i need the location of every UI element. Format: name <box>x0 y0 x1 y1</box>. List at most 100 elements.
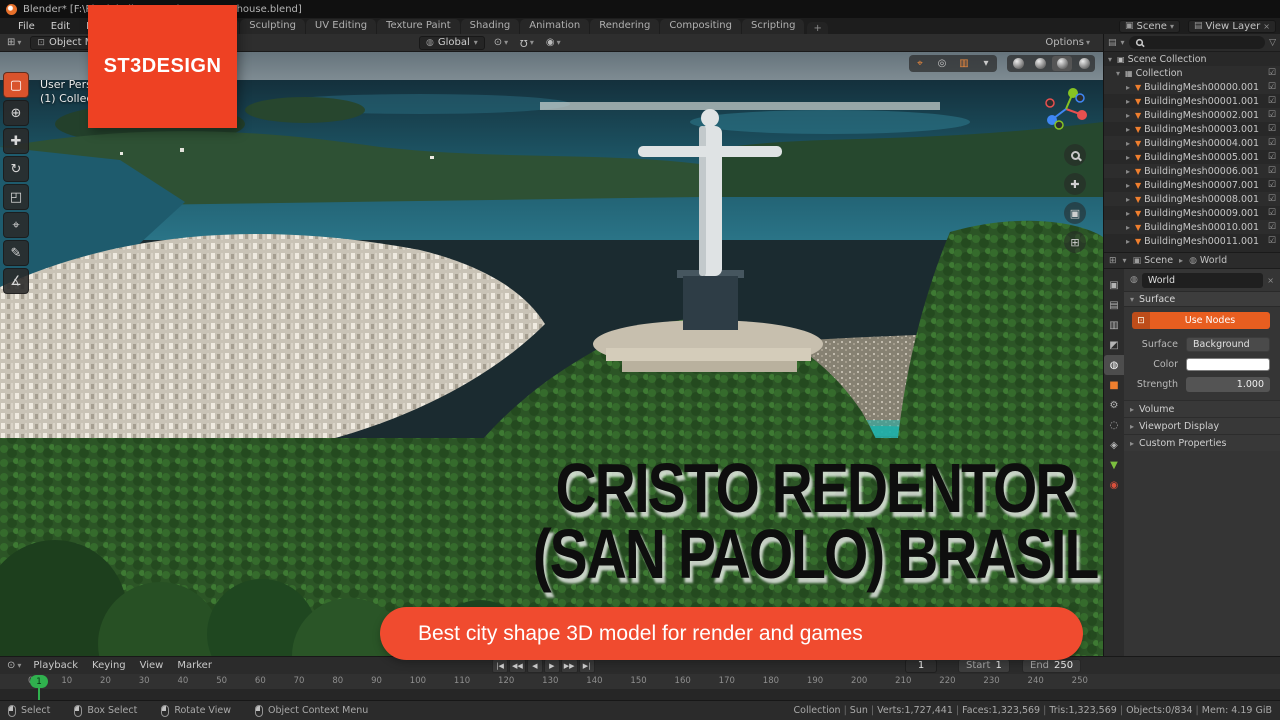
viewport-tool-button[interactable]: ✎ <box>3 240 29 266</box>
properties-tab[interactable]: ▣ <box>1104 275 1124 295</box>
workspace-tab[interactable]: Sculpting <box>240 19 305 34</box>
frame-start-field[interactable]: Start 1 <box>958 658 1010 673</box>
properties-tab[interactable]: ▥ <box>1104 315 1124 335</box>
disclosure-icon[interactable]: ▸ <box>1126 195 1135 204</box>
properties-tab[interactable]: ◌ <box>1104 415 1124 435</box>
disclosure-icon[interactable]: ▸ <box>1126 181 1135 190</box>
color-swatch[interactable] <box>1186 357 1270 371</box>
disclosure-icon[interactable]: ▾ <box>1108 55 1117 64</box>
timeline-menu-item[interactable]: View <box>133 660 171 671</box>
pan-button[interactable]: ✚ <box>1064 173 1086 195</box>
disclosure-icon[interactable]: ▸ <box>1126 167 1135 176</box>
playback-button[interactable]: ▶| <box>578 658 595 673</box>
material-preview-button[interactable] <box>1052 56 1072 71</box>
timeline-editor-selector[interactable]: ⊙ ▾ <box>4 660 24 671</box>
proportional-editing-toggle[interactable]: ◉ ▾ <box>543 37 564 48</box>
outliner-object-row[interactable]: ▸ ▼ BuildingMesh00004.001 ☑ <box>1104 136 1280 150</box>
viewport-toggle-button[interactable]: ▥ <box>954 56 974 71</box>
viewport-toggle-button[interactable]: ◎ <box>932 56 952 71</box>
close-icon[interactable]: × <box>1267 276 1274 285</box>
timeline-menu-item[interactable]: Keying <box>85 660 133 671</box>
viewport-tool-button[interactable]: ✚ <box>3 128 29 154</box>
playback-button[interactable]: ▶▶ <box>560 658 578 673</box>
checkbox-icon[interactable]: ☑ <box>1268 82 1276 92</box>
outliner-object-row[interactable]: ▸ ▼ BuildingMesh00001.001 ☑ <box>1104 94 1280 108</box>
outliner-editor-icon[interactable]: ▤ <box>1108 38 1117 48</box>
outliner-object-row[interactable]: ▸ ▼ BuildingMesh00010.001 ☑ <box>1104 220 1280 234</box>
workspace-tab[interactable]: Texture Paint <box>377 19 460 34</box>
disclosure-icon[interactable]: ▸ <box>1126 153 1135 162</box>
outliner-object-row[interactable]: ▸ ▼ BuildingMesh00007.001 ☑ <box>1104 178 1280 192</box>
outliner-object-row[interactable]: ▸ ▼ BuildingMesh00009.001 ☑ <box>1104 206 1280 220</box>
outliner-scene-collection-row[interactable]: ▾ ▣ Scene Collection <box>1104 52 1280 66</box>
frame-end-field[interactable]: End 250 <box>1022 658 1082 673</box>
checkbox-icon[interactable]: ☑ <box>1268 180 1276 190</box>
checkbox-icon[interactable]: ☑ <box>1268 138 1276 148</box>
playback-button[interactable]: ▶ <box>543 658 560 673</box>
properties-tab[interactable]: ⚙ <box>1104 395 1124 415</box>
navigation-gizmo[interactable] <box>1043 86 1089 132</box>
properties-tab[interactable]: ◩ <box>1104 335 1124 355</box>
close-icon[interactable]: × <box>1263 22 1270 31</box>
outliner-object-row[interactable]: ▸ ▼ BuildingMesh00011.001 ☑ <box>1104 234 1280 248</box>
editor-type-selector[interactable]: ⊞ ▾ <box>4 37 24 48</box>
viewport-tool-button[interactable]: ∡ <box>3 268 29 294</box>
disclosure-icon[interactable]: ▸ <box>1126 209 1135 218</box>
rendered-shading-button[interactable] <box>1074 56 1094 71</box>
viewport-tool-button[interactable]: ⊕ <box>3 100 29 126</box>
playback-button[interactable]: ◀◀ <box>509 658 526 673</box>
disclosure-icon[interactable]: ▸ <box>1126 125 1135 134</box>
use-nodes-button[interactable]: ⊡ Use Nodes <box>1132 312 1270 329</box>
menu-item[interactable]: File <box>10 21 43 32</box>
snap-toggle[interactable]: Ω ▾ <box>517 37 537 48</box>
breadcrumb-world[interactable]: ◍ World <box>1189 255 1227 266</box>
disclosure-icon[interactable]: ▸ <box>1126 223 1135 232</box>
workspace-tab[interactable]: Shading <box>460 19 520 34</box>
viewport-tool-button[interactable]: ◰ <box>3 184 29 210</box>
workspace-tab[interactable]: Compositing <box>660 19 741 34</box>
workspace-tab[interactable]: UV Editing <box>305 19 377 34</box>
pivot-point-selector[interactable]: ⊙ ▾ <box>491 37 511 48</box>
surface-panel-header[interactable]: ▾ Surface <box>1124 291 1280 307</box>
collapsed-panel-header[interactable]: ▸ Viewport Display <box>1124 417 1280 434</box>
outliner-object-row[interactable]: ▸ ▼ BuildingMesh00002.001 ☑ <box>1104 108 1280 122</box>
view-layer-selector[interactable]: ▤ View Layer × <box>1187 19 1276 33</box>
workspace-tab[interactable]: Animation <box>520 19 590 34</box>
scene-selector[interactable]: ▣ Scene ▾ <box>1118 19 1180 33</box>
checkbox-icon[interactable]: ☑ <box>1268 166 1276 176</box>
properties-tab[interactable]: ■ <box>1104 375 1124 395</box>
timeline-ruler[interactable]: 0102030405060708090100110120130140150160… <box>0 674 1280 701</box>
viewport-tool-button[interactable]: ▢ <box>3 72 29 98</box>
outliner-object-row[interactable]: ▸ ▼ BuildingMesh00003.001 ☑ <box>1104 122 1280 136</box>
checkbox-icon[interactable]: ☑ <box>1268 236 1276 246</box>
disclosure-icon[interactable]: ▸ <box>1126 97 1135 106</box>
checkbox-icon[interactable]: ☑ <box>1268 124 1276 134</box>
outliner-search[interactable] <box>1128 36 1266 49</box>
playback-button[interactable]: |◀ <box>492 658 508 673</box>
viewport-tool-button[interactable]: ⌖ <box>3 212 29 238</box>
camera-view-button[interactable]: ▣ <box>1064 202 1086 224</box>
disclosure-icon[interactable]: ▾ <box>1116 69 1125 78</box>
collapsed-panel-header[interactable]: ▸ Custom Properties <box>1124 434 1280 451</box>
search-input[interactable] <box>1147 37 1260 48</box>
menu-item[interactable]: Edit <box>43 21 78 32</box>
properties-tab[interactable]: ▤ <box>1104 295 1124 315</box>
disclosure-icon[interactable]: ▸ <box>1126 111 1135 120</box>
strength-value-field[interactable]: 1.000 <box>1186 376 1270 392</box>
outliner-object-row[interactable]: ▸ ▼ BuildingMesh00006.001 ☑ <box>1104 164 1280 178</box>
outliner-object-row[interactable]: ▸ ▼ BuildingMesh00005.001 ☑ <box>1104 150 1280 164</box>
checkbox-icon[interactable]: ☑ <box>1268 194 1276 204</box>
viewport-toggle-button[interactable]: ⌖ <box>910 56 930 71</box>
collapsed-panel-header[interactable]: ▸ Volume <box>1124 400 1280 417</box>
orientation-selector[interactable]: ◍ Global ▾ <box>418 35 485 50</box>
properties-tab[interactable]: ◈ <box>1104 435 1124 455</box>
disclosure-icon[interactable]: ▸ <box>1126 237 1135 246</box>
properties-editor-icon[interactable]: ⊞ <box>1109 256 1117 266</box>
checkbox-icon[interactable]: ☑ <box>1268 222 1276 232</box>
disclosure-icon[interactable]: ▸ <box>1126 139 1135 148</box>
workspace-tab[interactable]: Scripting <box>742 19 805 34</box>
wireframe-shading-button[interactable] <box>1008 56 1028 71</box>
outliner-collection-row[interactable]: ▾ ▦ Collection ☑ <box>1104 66 1280 80</box>
disclosure-icon[interactable]: ▸ <box>1126 83 1135 92</box>
viewport-tool-button[interactable]: ↻ <box>3 156 29 182</box>
